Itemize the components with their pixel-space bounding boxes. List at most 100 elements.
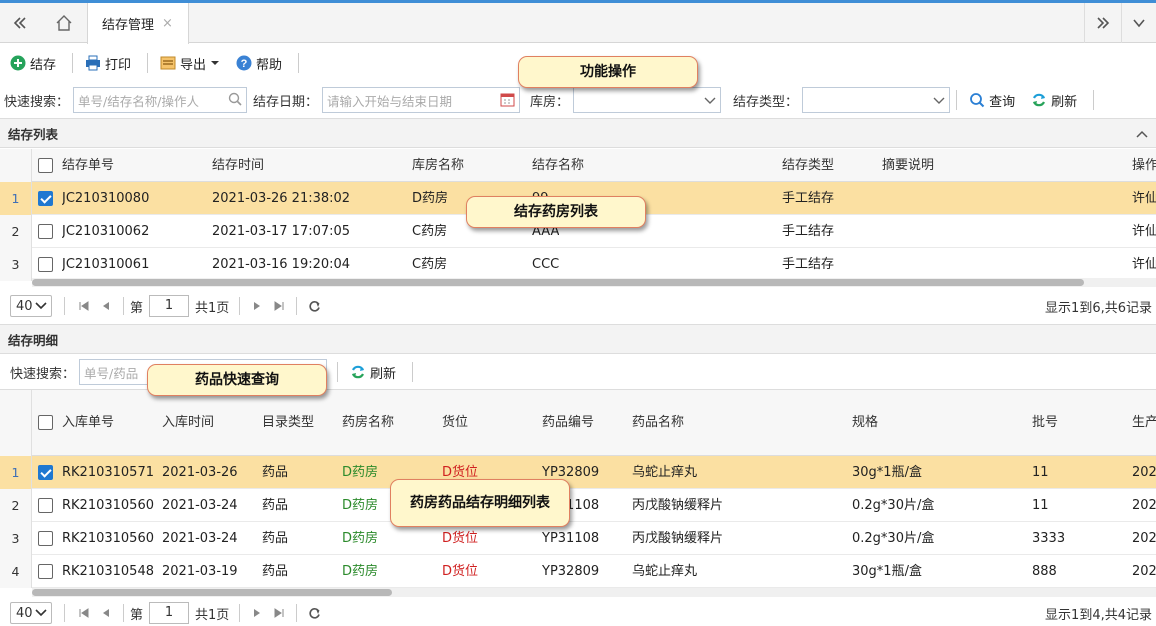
col-header[interactable]: 货位 <box>442 406 468 439</box>
page-total: 共1页 <box>195 300 230 316</box>
col-header[interactable]: 结存单号 <box>62 149 114 182</box>
last-page-button[interactable] <box>273 300 285 312</box>
cell-name: CCC <box>532 257 560 272</box>
col-header[interactable]: 结存时间 <box>212 149 264 182</box>
horizontal-scrollbar[interactable] <box>32 278 1156 287</box>
search-icon <box>228 92 242 106</box>
next-page-button[interactable] <box>251 607 263 619</box>
page-size-select[interactable]: 40 <box>10 602 52 624</box>
col-header[interactable]: 药品编号 <box>542 406 594 439</box>
scroll-tabs-right-button[interactable] <box>1084 3 1120 43</box>
row-checkbox[interactable] <box>38 257 53 272</box>
col-header[interactable]: 入库时间 <box>162 406 214 439</box>
store-select[interactable] <box>573 87 722 113</box>
row-checkbox[interactable] <box>38 224 53 239</box>
detail-refresh-button[interactable]: 刷新 <box>350 363 396 382</box>
first-page-button[interactable] <box>78 300 90 312</box>
select-all-checkbox[interactable] <box>38 158 53 173</box>
row-checkbox[interactable] <box>38 564 53 579</box>
pager-info: 显示1到6,共6记录 <box>1045 300 1152 316</box>
row-checkbox[interactable] <box>38 465 53 480</box>
cell-store: D药房 <box>342 531 379 546</box>
balance-button[interactable]: 结存 <box>10 54 56 73</box>
first-page-button[interactable] <box>78 607 90 619</box>
next-page-icon <box>254 302 261 310</box>
cell-time: 2021-03-16 19:20:04 <box>212 257 351 272</box>
prev-page-button[interactable] <box>100 607 112 619</box>
cell-store: C药房 <box>412 224 448 239</box>
col-header[interactable]: 药品名称 <box>632 406 684 439</box>
reload-button[interactable] <box>308 300 321 313</box>
col-header[interactable]: 生产 <box>1132 406 1156 439</box>
page-number-input[interactable]: 1 <box>149 295 190 317</box>
export-icon <box>160 56 176 70</box>
collapse-left-button[interactable] <box>0 3 40 43</box>
prev-page-button[interactable] <box>100 300 112 312</box>
col-header[interactable]: 摘要说明 <box>882 149 934 182</box>
tab-close-icon[interactable]: × <box>162 16 173 31</box>
reload-icon <box>309 607 321 619</box>
scrollbar-thumb[interactable] <box>32 589 392 596</box>
table-row[interactable]: 1 RK210310571 2021-03-26 药品 D药房 D货位 YP32809 乌蛇止… <box>0 456 1156 489</box>
query-button[interactable]: 查询 <box>969 91 1015 110</box>
table-row[interactable]: 2RK2103105602021-03-24药品D药房D货位YP31108丙戊酸… <box>0 489 1156 522</box>
refresh-icon <box>1033 93 1046 107</box>
prev-page-icon <box>103 609 109 617</box>
table-row[interactable]: 4 RK210310548 2021-03-19 药品 D药房 D货位 YP32809 乌蛇止… <box>0 555 1156 588</box>
page-number-input[interactable]: 1 <box>149 602 190 624</box>
callout-balance-list: 结存药房列表 <box>466 196 646 228</box>
cell-cat: 药品 <box>262 564 289 579</box>
cell-no: JC210310061 <box>62 257 150 272</box>
cell-op: 许仙 <box>1132 224 1156 239</box>
next-page-button[interactable] <box>251 300 263 312</box>
cell-lot: 888 <box>1032 564 1057 579</box>
search-divider <box>956 90 958 110</box>
last-page-button[interactable] <box>273 607 285 619</box>
table-row[interactable]: 3 JC210310061 2021-03-16 19:20:04 C药房 CCC 手工结… <box>0 248 1156 281</box>
collapse-up-icon[interactable] <box>1136 129 1148 139</box>
horizontal-scrollbar[interactable] <box>32 588 1156 597</box>
row-checkbox[interactable] <box>38 531 53 546</box>
pager-divider <box>239 297 241 315</box>
row-checkbox[interactable] <box>38 498 53 513</box>
page-prefix: 第 <box>130 607 144 623</box>
balance-type-select[interactable] <box>802 87 951 113</box>
scrollbar-thumb[interactable] <box>32 279 1084 286</box>
col-header[interactable]: 操作 <box>1132 149 1156 182</box>
page-size-select[interactable]: 40 <box>10 295 52 317</box>
col-header[interactable]: 规格 <box>852 406 878 439</box>
col-header[interactable]: 结存类型 <box>782 149 834 182</box>
col-header[interactable]: 药房名称 <box>342 406 394 439</box>
balance-date-input[interactable]: 请输入开始与结束日期 <box>322 87 521 113</box>
table-row[interactable]: 3 RK210310560 2021-03-24 药品 D药房 D货位 YP31108 丙戊酸… <box>0 522 1156 555</box>
home-button[interactable] <box>42 3 86 43</box>
col-header[interactable]: 库房名称 <box>412 149 464 182</box>
cell-lot: 11 <box>1032 465 1049 480</box>
balance-date-placeholder: 请输入开始与结束日期 <box>327 93 453 109</box>
grid-header-row: 结存单号 结存时间 库房名称 结存名称 结存类型 摘要说明 操作 <box>0 149 1156 182</box>
refresh-button[interactable]: 刷新 <box>1031 91 1077 110</box>
quick-search-placeholder: 单号/结存名称/操作人 <box>78 93 199 109</box>
help-button[interactable]: ? 帮助 <box>236 54 282 73</box>
reload-button[interactable] <box>308 607 321 620</box>
quick-search-input[interactable]: 单号/结存名称/操作人 <box>73 87 248 113</box>
cell-no: RK210310571 <box>62 465 154 480</box>
export-button[interactable]: 导出 <box>160 54 220 73</box>
caret-down-icon <box>211 61 220 65</box>
cell-loc: D货位 <box>442 564 479 579</box>
pager-info: 显示1到4,共4记录 <box>1045 607 1152 623</box>
calendar-icon <box>500 93 515 107</box>
print-button[interactable]: 打印 <box>85 54 131 73</box>
cell-no: JC210310062 <box>62 224 150 239</box>
row-checkbox[interactable] <box>38 191 53 206</box>
tab-menu-button[interactable] <box>1121 3 1156 43</box>
col-header[interactable]: 目录类型 <box>262 406 314 439</box>
cell-date: 2021-03-19 <box>162 564 238 579</box>
col-header[interactable]: 结存名称 <box>532 149 584 182</box>
col-header[interactable]: 入库单号 <box>62 406 114 439</box>
select-all-checkbox[interactable] <box>38 415 53 430</box>
cell-no: RK210310560 <box>62 498 154 513</box>
balance-detail-pager: 40 第 1 共1页 显示1到4,共4记录 <box>0 599 1156 626</box>
col-header[interactable]: 批号 <box>1032 406 1058 439</box>
tab-balance-management[interactable]: 结存管理 × <box>87 3 189 44</box>
